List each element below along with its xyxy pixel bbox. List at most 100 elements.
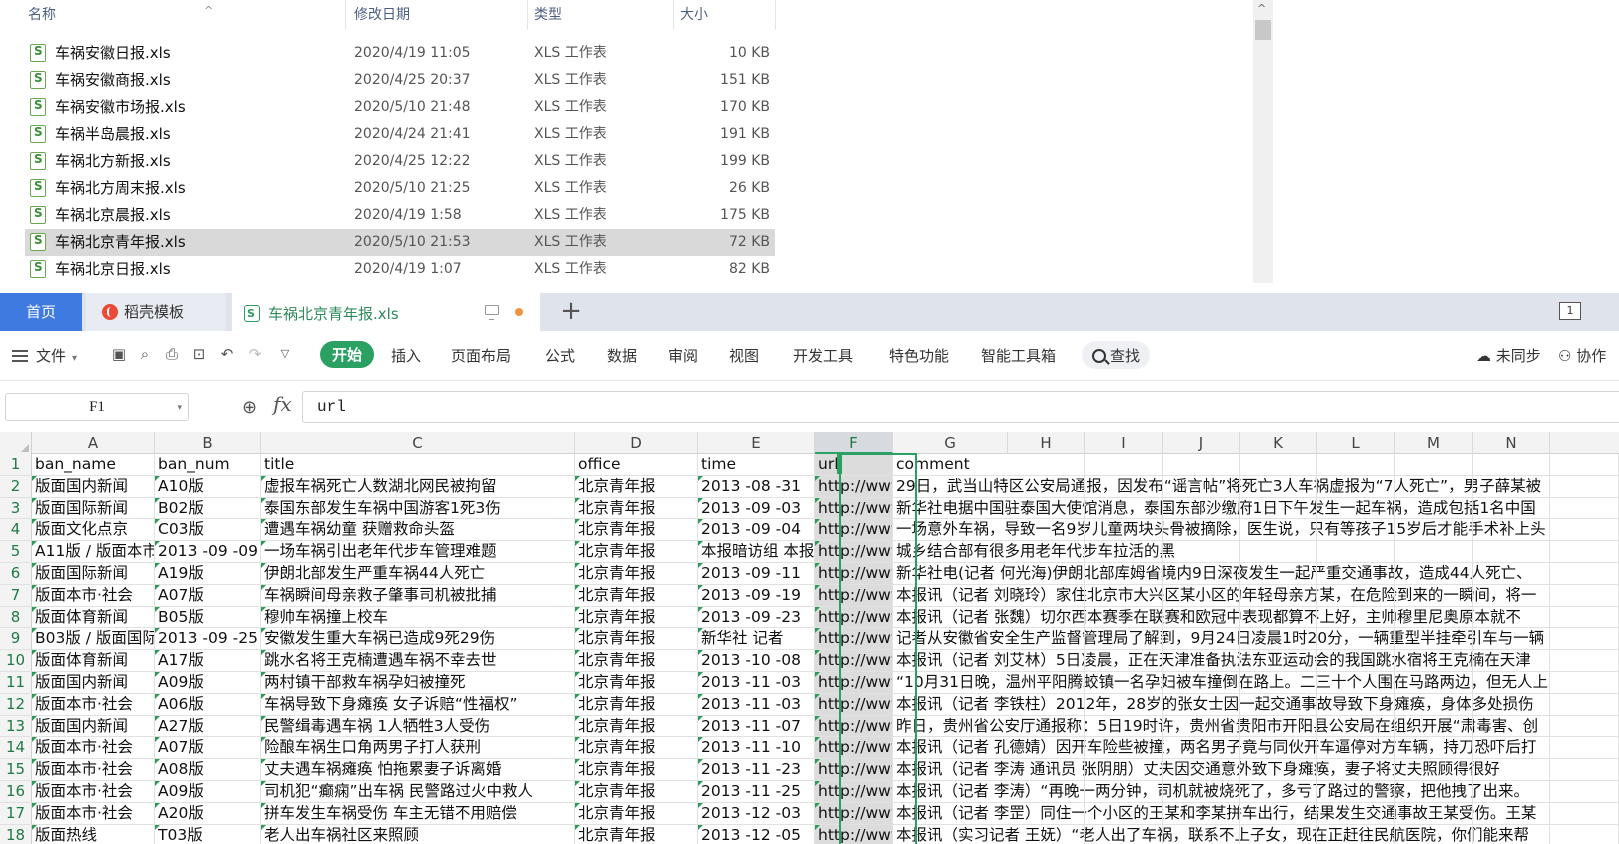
- cell-empty[interactable]: [1395, 780, 1473, 802]
- cell-empty[interactable]: [1163, 693, 1240, 715]
- cell-empty[interactable]: [1240, 584, 1317, 606]
- scroll-up-icon[interactable]: ^: [1257, 2, 1266, 15]
- cell-empty[interactable]: [1473, 802, 1550, 824]
- cell-c[interactable]: title: [261, 454, 575, 475]
- cell-empty[interactable]: [1317, 802, 1395, 824]
- cell-empty[interactable]: [1163, 737, 1240, 759]
- cell-b[interactable]: A08版: [155, 759, 261, 780]
- undo-icon[interactable]: ↶: [218, 345, 236, 363]
- cell-empty[interactable]: [1473, 606, 1550, 628]
- cell-empty[interactable]: [1395, 584, 1473, 606]
- row-number[interactable]: 15: [0, 759, 32, 780]
- cell-empty[interactable]: [1008, 759, 1085, 780]
- cell-empty[interactable]: [1008, 628, 1085, 650]
- tab-data[interactable]: 数据: [607, 345, 637, 366]
- row-number[interactable]: 8: [0, 606, 32, 628]
- cell-c[interactable]: 司机犯“癫痫”出车祸 民警路过火中救人: [261, 780, 575, 802]
- cell-empty[interactable]: [1395, 671, 1473, 693]
- cell-f[interactable]: http://www: [815, 562, 893, 584]
- cell-empty[interactable]: [1473, 759, 1550, 780]
- cell-e[interactable]: 2013 -09 -03: [698, 497, 815, 519]
- cell-d[interactable]: 北京青年报: [575, 650, 698, 671]
- cell-f[interactable]: http://www: [815, 780, 893, 802]
- cell-empty[interactable]: [1163, 671, 1240, 693]
- cell-c[interactable]: 拼车发生车祸受伤 车主无错不用赔偿: [261, 802, 575, 824]
- cell-d[interactable]: 北京青年报: [575, 606, 698, 628]
- cell-c[interactable]: 遭遇车祸幼童 获赠救命头盔: [261, 519, 575, 541]
- cell-d[interactable]: 北京青年报: [575, 541, 698, 562]
- explorer-scrollbar[interactable]: ^: [1253, 0, 1273, 283]
- cell-a[interactable]: 版面文化点京: [32, 519, 155, 541]
- cell-empty[interactable]: [1085, 606, 1163, 628]
- cell-empty[interactable]: [1163, 780, 1240, 802]
- cell-empty[interactable]: [1395, 497, 1473, 519]
- cell-b[interactable]: 2013 -09 -09: [155, 541, 261, 562]
- select-all-corner[interactable]: [0, 432, 32, 454]
- cell-b[interactable]: A07版: [155, 584, 261, 606]
- cell-empty[interactable]: [1085, 759, 1163, 780]
- cell-empty[interactable]: [1008, 584, 1085, 606]
- cell-c[interactable]: 一场车祸引出老年代步车管理难题: [261, 541, 575, 562]
- cell-e[interactable]: 2013 -11 -07: [698, 715, 815, 737]
- cell-empty[interactable]: [1085, 780, 1163, 802]
- cell-empty[interactable]: [1317, 475, 1395, 497]
- cell-empty[interactable]: [1317, 628, 1395, 650]
- search-button[interactable]: 查找: [1082, 341, 1151, 369]
- file-list-item[interactable]: 车祸北京青年报.xls 2020/5/10 21:53 XLS 工作表 72 KB: [25, 229, 775, 256]
- cell-empty[interactable]: [1163, 519, 1240, 541]
- cell-empty[interactable]: [1473, 541, 1550, 562]
- cell-d[interactable]: 北京青年报: [575, 693, 698, 715]
- cell-empty[interactable]: [1473, 562, 1550, 584]
- column-header-h[interactable]: H: [1008, 432, 1085, 454]
- cell-b[interactable]: B02版: [155, 497, 261, 519]
- cell-empty[interactable]: [1240, 759, 1317, 780]
- cell-e[interactable]: time: [698, 454, 815, 475]
- cell-empty[interactable]: [1085, 715, 1163, 737]
- tab-smart-toolbox[interactable]: 智能工具箱: [981, 345, 1056, 366]
- cell-b[interactable]: ban_num: [155, 454, 261, 475]
- column-header-m[interactable]: M: [1395, 432, 1473, 454]
- row-number[interactable]: 10: [0, 650, 32, 671]
- cell-empty[interactable]: [1240, 650, 1317, 671]
- cell-b[interactable]: A27版: [155, 715, 261, 737]
- cell-b[interactable]: A06版: [155, 693, 261, 715]
- format-painter-icon[interactable]: ⌕: [136, 345, 154, 363]
- cell-empty[interactable]: [1163, 824, 1240, 844]
- column-header-e[interactable]: E: [698, 432, 815, 454]
- cell-empty[interactable]: [1240, 562, 1317, 584]
- cell-empty[interactable]: [1163, 759, 1240, 780]
- cell-empty[interactable]: [1473, 475, 1550, 497]
- cell-empty[interactable]: [1473, 628, 1550, 650]
- cell-empty[interactable]: [1008, 671, 1085, 693]
- cell-a[interactable]: 版面体育新闻: [32, 650, 155, 671]
- cell-a[interactable]: 版面国际新闻: [32, 497, 155, 519]
- cell-empty[interactable]: [1163, 802, 1240, 824]
- cell-empty[interactable]: [1317, 497, 1395, 519]
- cell-empty[interactable]: [1317, 715, 1395, 737]
- row-number[interactable]: 14: [0, 737, 32, 759]
- cell-empty[interactable]: [1395, 562, 1473, 584]
- cell-empty[interactable]: [1008, 780, 1085, 802]
- cell-empty[interactable]: [1240, 671, 1317, 693]
- cell-empty[interactable]: [1317, 562, 1395, 584]
- cell-empty[interactable]: [1240, 802, 1317, 824]
- cell-empty[interactable]: [1240, 541, 1317, 562]
- cell-empty[interactable]: [1163, 584, 1240, 606]
- column-header-c[interactable]: C: [261, 432, 575, 454]
- tab-template[interactable]: 稻壳模板: [86, 293, 226, 331]
- cell-empty[interactable]: [1473, 780, 1550, 802]
- cell-empty[interactable]: [1085, 562, 1163, 584]
- cell-empty[interactable]: [1085, 584, 1163, 606]
- cell-b[interactable]: A07版: [155, 737, 261, 759]
- column-header-j[interactable]: J: [1163, 432, 1240, 454]
- row-number[interactable]: 18: [0, 824, 32, 844]
- tab-special-features[interactable]: 特色功能: [889, 345, 949, 366]
- function-icon[interactable]: fx: [273, 392, 292, 416]
- cell-e[interactable]: 2013 -09 -19: [698, 584, 815, 606]
- cell-f[interactable]: http://www: [815, 671, 893, 693]
- cell-b[interactable]: 2013 -09 -25: [155, 628, 261, 650]
- cell-d[interactable]: 北京青年报: [575, 715, 698, 737]
- cell-e[interactable]: 2013 -11 -03: [698, 671, 815, 693]
- tab-home[interactable]: 首页: [0, 293, 82, 331]
- cell-empty[interactable]: [1163, 715, 1240, 737]
